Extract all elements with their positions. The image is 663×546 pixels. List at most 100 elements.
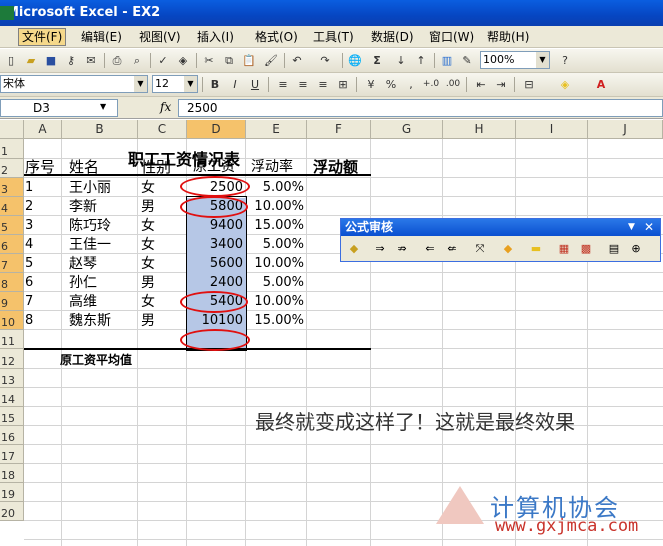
cell-name[interactable]: 赵琴: [69, 255, 97, 273]
clear-validation-circles-icon[interactable]: ▩: [577, 240, 595, 258]
cell-gender[interactable]: 女: [141, 179, 155, 197]
cell-salary[interactable]: 2400: [187, 274, 243, 292]
bold-button[interactable]: B: [206, 76, 224, 93]
decrease-decimal-icon[interactable]: .00: [444, 76, 462, 93]
row-header-16[interactable]: 16: [0, 426, 24, 445]
cell-gender[interactable]: 女: [141, 236, 155, 254]
cell-name[interactable]: 王佳一: [69, 236, 111, 254]
cell-name[interactable]: 高维: [69, 293, 97, 311]
column-header-d[interactable]: D: [187, 120, 246, 139]
formula-input[interactable]: 2500: [178, 99, 663, 117]
decrease-indent-icon[interactable]: ⇤: [472, 76, 490, 93]
header-rate[interactable]: 浮动率: [251, 158, 293, 176]
row-header-5[interactable]: 5: [0, 216, 24, 235]
autosum-icon[interactable]: Σ: [368, 52, 386, 69]
cell-salary[interactable]: 3400: [187, 236, 243, 254]
menu-window[interactable]: 窗口(W): [426, 29, 477, 45]
cell-seq[interactable]: 6: [25, 274, 33, 292]
column-header-f[interactable]: F: [307, 120, 371, 139]
sort-descending-icon[interactable]: ↑: [412, 52, 430, 69]
menu-insert[interactable]: 插入(I): [194, 29, 237, 45]
column-header-i[interactable]: I: [516, 120, 588, 139]
cell-name[interactable]: 王小丽: [69, 179, 111, 197]
cell-name[interactable]: 孙仁: [69, 274, 97, 292]
cell-gender[interactable]: 男: [141, 198, 155, 216]
cell-name[interactable]: 李新: [69, 198, 97, 216]
cell-seq[interactable]: 2: [25, 198, 33, 216]
average-label[interactable]: 原工资平均值: [60, 351, 132, 369]
redo-icon[interactable]: ↷: [316, 52, 334, 69]
cell-salary[interactable]: 5600: [187, 255, 243, 273]
cell-rate[interactable]: 5.00%: [246, 274, 304, 292]
align-center-icon[interactable]: ≡: [294, 76, 312, 93]
merge-center-icon[interactable]: ⊞: [334, 76, 352, 93]
research-icon[interactable]: ◈: [174, 52, 192, 69]
cell-seq[interactable]: 4: [25, 236, 33, 254]
font-color-icon[interactable]: A: [592, 76, 610, 93]
save-icon[interactable]: ■: [42, 52, 60, 69]
row-header-19[interactable]: 19: [0, 483, 24, 502]
print-icon[interactable]: ⎙: [108, 52, 126, 69]
menu-data[interactable]: 数据(D): [368, 29, 417, 45]
row-header-20[interactable]: 20: [0, 502, 24, 521]
row-header-3[interactable]: 3: [0, 178, 24, 197]
trace-error-icon[interactable]: ◆: [499, 240, 517, 258]
remove-precedent-arrows-icon[interactable]: ⇏: [393, 240, 411, 258]
header-amount[interactable]: 浮动额: [313, 158, 358, 176]
header-salary[interactable]: 原工资: [193, 158, 235, 176]
paste-icon[interactable]: 📋: [240, 52, 258, 69]
circle-invalid-data-icon[interactable]: ▦: [555, 240, 573, 258]
cell-seq[interactable]: 7: [25, 293, 33, 311]
currency-icon[interactable]: ¥: [362, 76, 380, 93]
cell-gender[interactable]: 女: [141, 217, 155, 235]
row-header-11[interactable]: 11: [0, 330, 24, 349]
trace-dependents-icon[interactable]: ⇐: [421, 240, 439, 258]
row-header-7[interactable]: 7: [0, 254, 24, 273]
new-icon[interactable]: ▯: [2, 52, 20, 69]
email-icon[interactable]: ✉: [82, 52, 100, 69]
align-left-icon[interactable]: ≡: [274, 76, 292, 93]
print-preview-icon[interactable]: ⌕: [128, 52, 146, 69]
copy-icon[interactable]: ⧉: [220, 52, 238, 69]
cell-rate[interactable]: 10.00%: [246, 198, 304, 216]
align-right-icon[interactable]: ≡: [314, 76, 332, 93]
row-header-4[interactable]: 4: [0, 197, 24, 216]
increase-indent-icon[interactable]: ⇥: [492, 76, 510, 93]
help-icon[interactable]: ?: [556, 52, 574, 69]
cell-seq[interactable]: 8: [25, 312, 33, 330]
italic-button[interactable]: I: [226, 76, 244, 93]
menu-view[interactable]: 视图(V): [136, 29, 184, 45]
row-header-17[interactable]: 17: [0, 445, 24, 464]
cell-seq[interactable]: 3: [25, 217, 33, 235]
row-header-12[interactable]: 12: [0, 349, 24, 369]
font-size-combo[interactable]: 12 ▼: [152, 75, 198, 93]
cell-rate[interactable]: 10.00%: [246, 293, 304, 311]
row-header-2[interactable]: 2: [0, 159, 24, 178]
chevron-down-icon[interactable]: ▼: [628, 219, 635, 236]
fx-icon[interactable]: fx: [160, 100, 171, 114]
chevron-down-icon[interactable]: ▼: [536, 52, 549, 68]
format-painter-icon[interactable]: 🖌: [262, 52, 280, 69]
row-header-14[interactable]: 14: [0, 388, 24, 407]
header-seq[interactable]: 序号: [25, 158, 55, 176]
increase-decimal-icon[interactable]: +.0: [422, 76, 440, 93]
column-header-c[interactable]: C: [138, 120, 187, 139]
cell-gender[interactable]: 男: [141, 312, 155, 330]
error-checking-icon[interactable]: ◆: [345, 240, 363, 258]
row-header-18[interactable]: 18: [0, 464, 24, 483]
percent-button[interactable]: %: [382, 76, 400, 93]
row-header-1[interactable]: 1: [0, 139, 24, 159]
worksheet-grid[interactable]: ABCDEFGHIJ 1 2 3 4 5 6 7 8 9 10 11 12 13 14 15 16 17 18 19…: [0, 120, 663, 546]
cell-salary[interactable]: 10100: [187, 312, 243, 330]
new-comment-icon[interactable]: ▬: [527, 240, 545, 258]
remove-dependent-arrows-icon[interactable]: ⇍: [443, 240, 461, 258]
chevron-down-icon[interactable]: ▼: [134, 76, 147, 92]
row-header-9[interactable]: 9: [0, 292, 24, 311]
row-header-6[interactable]: 6: [0, 235, 24, 254]
cell-name[interactable]: 陈巧玲: [69, 217, 111, 235]
cell-rate[interactable]: 5.00%: [246, 236, 304, 254]
row-header-15[interactable]: 15: [0, 407, 24, 426]
menu-edit[interactable]: 编辑(E): [78, 29, 125, 45]
sort-ascending-icon[interactable]: ↓: [392, 52, 410, 69]
column-header-a[interactable]: A: [24, 120, 62, 139]
